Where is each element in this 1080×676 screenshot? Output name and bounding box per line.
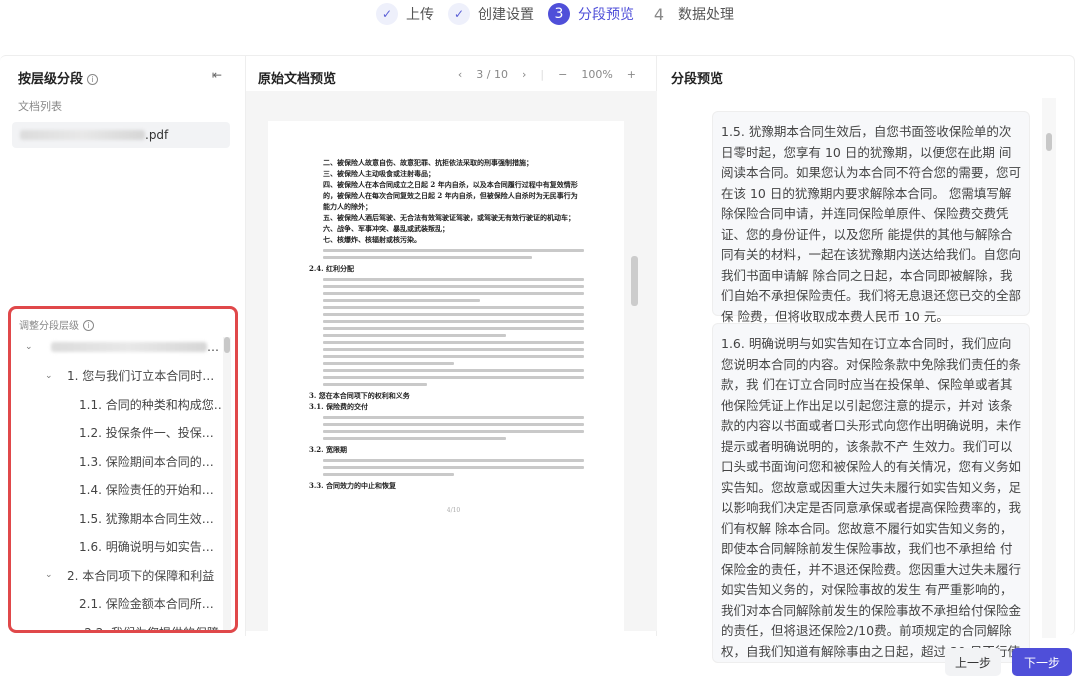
chunk-card[interactable]: 1.6. 明确说明与如实告知在订立本合同时，我们应向您说明本合同的内容。对保险条… [712, 323, 1030, 663]
adjust-level-label: 调整分段层级 i [19, 317, 94, 332]
tree-item[interactable]: 1.2. 投保条件一、投保… [11, 419, 219, 448]
level-tree: ⌄… ⌄ 1. 您与我们订立本合同时… 1.1. 合同的种类和构成您… 1.2. 投保… [11, 333, 226, 633]
step-label: 上传 [406, 7, 434, 23]
tree-scrollbar[interactable] [223, 337, 231, 630]
check-icon: ✓ [376, 3, 398, 25]
step-number: 4 [653, 4, 665, 24]
chunk-card[interactable]: 1.5. 犹豫期本合同生效后，自您书面签收保险单的次日零时起，您享有 10 日的… [712, 111, 1030, 324]
chevron-down-icon[interactable]: ⌄ [45, 570, 57, 580]
doc-line: 五、被保险人酒后驾驶、无合法有效驾驶证驾驶，或驾驶无有效行驶证的机动车； [323, 213, 575, 222]
prev-page-button[interactable]: ‹ [458, 68, 462, 81]
doc-line: 七、核爆炸、核辐射或核污染。 [323, 235, 421, 244]
step-preview[interactable]: 3 分段预览 [548, 3, 634, 25]
tree-item-label: 1.1. 合同的种类和构成您… [79, 397, 226, 412]
step-settings[interactable]: ✓ 创建设置 [448, 3, 534, 25]
adjust-level-panel: 调整分段层级 i ⌄… ⌄ 1. 您与我们订立本合同时… 1.1. 合同的种类和构成您… [8, 306, 238, 633]
info-icon[interactable]: i [83, 320, 94, 331]
tree-item-label: 2.2. 我们为您提供的保障 [84, 625, 219, 633]
doc-heading: 3.2. 宽限期 [309, 445, 348, 454]
doc-heading: 3. 您在本合同项下的权利和义务 [309, 391, 410, 400]
tree-item[interactable]: ⌄ 2. 本合同项下的保障和利益 [11, 561, 219, 590]
step-upload[interactable]: ✓ 上传 [376, 3, 434, 25]
doc-page: 二、被保险人故意自伤、故意犯罪、抗拒依法采取的刑事强制措施； 三、被保险人主动吸… [268, 121, 624, 631]
zoom-in-button[interactable]: + [627, 68, 636, 81]
ellipsis: … [207, 340, 219, 355]
tree-item[interactable]: 1.6. 明确说明与如实告… [11, 533, 219, 562]
blurred-root-title [50, 342, 207, 353]
step-label: 分段预览 [578, 7, 634, 23]
tree-item-label: 1.4. 保险责任的开始和… [79, 483, 214, 498]
stepper: ✓ 上传 ✓ 创建设置 3 分段预览 4 数据处理 [376, 3, 740, 25]
tree-item[interactable]: ⌄ 1. 您与我们订立本合同时… [11, 362, 219, 391]
doc-heading: 2.4. 红利分配 [309, 264, 355, 273]
file-item[interactable]: .pdf [12, 122, 230, 148]
chunk-preview-title: 分段预览 [671, 72, 724, 87]
doc-scrollbar[interactable] [631, 256, 638, 306]
tree-item[interactable]: 1.4. 保险责任的开始和… [11, 476, 219, 505]
tree-item[interactable]: 2.1. 保险金额本合同所… [11, 590, 219, 619]
chevron-down-icon[interactable]: ⌄ [25, 342, 37, 352]
chunk-preview: 分段预览 1.5. 犹豫期本合同生效后，自您书面签收保险单的次日零时起，您享有 … [657, 56, 1075, 663]
doc-line: 三、被保险人主动吸食或注射毒品； [323, 169, 435, 178]
doc-preview-title: 原始文档预览 [258, 72, 337, 87]
tree-item-label: 1.6. 明确说明与如实告… [79, 540, 214, 555]
tree-item-label: 2. 本合同项下的保障和利益 [67, 568, 215, 583]
doc-line: 六、战争、军事冲突、暴乱或武装叛乱； [323, 224, 449, 233]
page-indicator: 3 / 10 [476, 68, 508, 81]
check-icon: ✓ [448, 3, 470, 25]
doc-list-label: 文档列表 [18, 100, 62, 113]
zoom-out-button[interactable]: − [558, 68, 567, 81]
next-step-button[interactable]: 下一步 [1012, 648, 1072, 676]
page-number: 4/10 [446, 507, 461, 514]
step-label: 数据处理 [678, 7, 734, 23]
blurred-filename [20, 130, 145, 140]
tree-item-label: 2.1. 保险金额本合同所… [79, 597, 214, 612]
tree-item-label: 1.5. 犹豫期本合同生效… [79, 511, 214, 526]
chevron-down-icon[interactable]: ⌄ [65, 627, 74, 630]
sidebar-title: 按层级分段 i [18, 68, 99, 87]
original-doc-preview: 原始文档预览 ‹ 3 / 10 › | − 100% + 二、被保险人故意自伤、… [245, 56, 657, 636]
collapse-sidebar-icon[interactable]: ⇤ [212, 68, 222, 82]
doc-heading: 3.1. 保险费的交付 [309, 402, 369, 411]
step-number: 3 [548, 3, 570, 25]
doc-pager: ‹ 3 / 10 › | − 100% + [457, 68, 636, 81]
doc-heading: 3.3. 合同效力的中止和恢复 [309, 481, 397, 490]
chevron-down-icon[interactable]: ⌄ [45, 371, 57, 381]
main-panel: 按层级分段 i ⇤ 文档列表 .pdf 调整分段层级 i ⌄… ⌄ 1. 您与我们订立… [0, 55, 1075, 663]
doc-line: 四、被保险人在本合同成立之日起 2 年内自杀，以及本合同履行过程中有复效情形的，… [323, 180, 578, 211]
file-ext: .pdf [145, 128, 169, 142]
left-sidebar: 按层级分段 i ⇤ 文档列表 .pdf 调整分段层级 i ⌄… ⌄ 1. 您与我们订立… [0, 56, 245, 636]
tree-item[interactable]: 1.3. 保险期间本合同的… [11, 447, 219, 476]
step-label: 创建设置 [478, 7, 534, 23]
tree-item[interactable]: ⌄ 2.2. 我们为您提供的保障 [11, 618, 219, 633]
tree-item-label: 1.2. 投保条件一、投保… [79, 426, 214, 441]
doc-line: 二、被保险人故意自伤、故意犯罪、抗拒依法采取的刑事强制措施； [323, 158, 533, 167]
info-icon[interactable]: i [87, 74, 99, 85]
tree-item[interactable]: 1.5. 犹豫期本合同生效… [11, 504, 219, 533]
label-text: 调整分段层级 [19, 321, 79, 332]
tree-item[interactable]: 1.1. 合同的种类和构成您… [11, 390, 226, 419]
next-page-button[interactable]: › [522, 68, 526, 81]
zoom-level: 100% [581, 68, 613, 81]
title-text: 按层级分段 [18, 72, 84, 87]
prev-step-button[interactable]: 上一步 [945, 648, 1001, 676]
doc-viewport[interactable]: 二、被保险人故意自伤、故意犯罪、抗拒依法采取的刑事强制措施； 三、被保险人主动吸… [246, 91, 657, 631]
chunk-scrollbar[interactable] [1042, 98, 1056, 638]
tree-item-label: 1. 您与我们订立本合同时… [67, 369, 215, 384]
tree-root[interactable]: ⌄… [11, 333, 219, 362]
step-process[interactable]: 4 数据处理 [648, 3, 734, 25]
tree-item-label: 1.3. 保险期间本合同的… [79, 454, 214, 469]
